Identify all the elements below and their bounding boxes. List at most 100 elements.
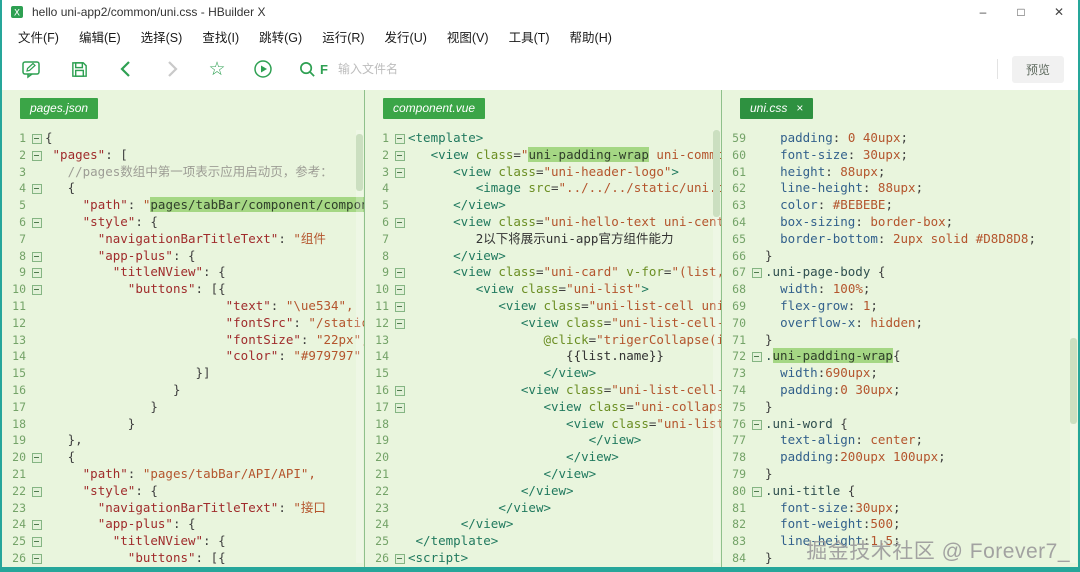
code-line[interactable]: 5 "path": "pages/tabBar/component/compon… [2, 197, 364, 214]
code-line[interactable]: 78 padding:200upx 100upx; [722, 449, 1078, 466]
fold-icon[interactable] [391, 130, 408, 147]
back-icon[interactable] [116, 58, 138, 80]
code-line[interactable]: 7 2以下将展示uni-app官方组件能力 [365, 231, 721, 248]
fold-icon[interactable] [391, 298, 408, 315]
code-line[interactable]: 73 width:690upx; [722, 365, 1078, 382]
code-line[interactable]: 8 </view> [365, 248, 721, 265]
code-line[interactable]: 9 <view class="uni-card" v-for="(list,in… [365, 264, 721, 281]
maximize-button[interactable]: □ [1002, 0, 1040, 24]
menu-item-工具[interactable]: 工具(T) [499, 25, 560, 48]
code-line[interactable]: 66} [722, 248, 1078, 265]
code-line[interactable]: 18 <view class="uni-list-cell" [365, 416, 721, 433]
fold-icon[interactable] [748, 416, 765, 433]
code-area[interactable]: 1<template>2 <view class="uni-padding-wr… [365, 126, 721, 567]
code-line[interactable]: 60 font-size: 30upx; [722, 147, 1078, 164]
code-line[interactable]: 23 </view> [365, 500, 721, 517]
menu-item-跳转[interactable]: 跳转(G) [249, 25, 312, 48]
preview-button[interactable]: 预览 [1012, 56, 1064, 83]
code-line[interactable]: 20 </view> [365, 449, 721, 466]
code-line[interactable]: 15 }] [2, 365, 364, 382]
menu-item-选择[interactable]: 选择(S) [131, 25, 193, 48]
tab-pages.json[interactable]: pages.json [20, 98, 98, 119]
save-icon[interactable] [68, 58, 90, 80]
code-line[interactable]: 77 text-align: center; [722, 432, 1078, 449]
code-line[interactable]: 26<script> [365, 550, 721, 567]
code-line[interactable]: 62 line-height: 88upx; [722, 180, 1078, 197]
fold-icon[interactable] [391, 382, 408, 399]
code-line[interactable]: 20 { [2, 449, 364, 466]
code-line[interactable]: 24 </view> [365, 516, 721, 533]
scrollbar[interactable] [713, 130, 720, 563]
code-line[interactable]: 63 color: #BEBEBE; [722, 197, 1078, 214]
search-input[interactable] [338, 62, 758, 76]
scrollbar[interactable] [356, 130, 363, 563]
fold-icon[interactable] [28, 248, 45, 265]
fold-icon[interactable] [28, 147, 45, 164]
code-line[interactable]: 14 "color": "#979797" [2, 348, 364, 365]
code-line[interactable]: 10 "buttons": [{ [2, 281, 364, 298]
fold-icon[interactable] [748, 348, 765, 365]
menu-item-视图[interactable]: 视图(V) [437, 25, 499, 48]
code-line[interactable]: 80.uni-title { [722, 483, 1078, 500]
code-line[interactable]: 11 <view class="uni-list-cell uni-collap… [365, 298, 721, 315]
code-line[interactable]: 16 } [2, 382, 364, 399]
menu-item-查找[interactable]: 查找(I) [192, 25, 249, 48]
code-line[interactable]: 1<template> [365, 130, 721, 147]
code-line[interactable]: 15 </view> [365, 365, 721, 382]
code-line[interactable]: 26 "buttons": [{ [2, 550, 364, 567]
code-line[interactable]: 14 {{list.name}} [365, 348, 721, 365]
code-line[interactable]: 2 "pages": [ [2, 147, 364, 164]
code-line[interactable]: 61 height: 88upx; [722, 164, 1078, 181]
menu-item-编辑[interactable]: 编辑(E) [69, 25, 131, 48]
code-line[interactable]: 19 </view> [365, 432, 721, 449]
minimize-button[interactable]: – [964, 0, 1002, 24]
forward-icon[interactable] [160, 58, 182, 80]
code-line[interactable]: 4 { [2, 180, 364, 197]
code-line[interactable]: 75} [722, 399, 1078, 416]
code-line[interactable]: 17 <view class="uni-collapse-content" [365, 399, 721, 416]
code-line[interactable]: 21 </view> [365, 466, 721, 483]
search-icon[interactable] [296, 58, 318, 80]
run-icon[interactable] [252, 58, 274, 80]
fold-icon[interactable] [28, 550, 45, 567]
fold-icon[interactable] [391, 281, 408, 298]
code-line[interactable]: 4 <image src="../../../static/uni.png"> [365, 180, 721, 197]
code-line[interactable]: 12 <view class="uni-list-cell-navigate" [365, 315, 721, 332]
scrollbar[interactable] [1070, 130, 1077, 563]
fold-icon[interactable] [28, 130, 45, 147]
code-line[interactable]: 12 "fontSrc": "/static/uni.ttf", [2, 315, 364, 332]
code-line[interactable]: 10 <view class="uni-list"> [365, 281, 721, 298]
code-line[interactable]: 23 "navigationBarTitleText": "接口 [2, 500, 364, 517]
code-line[interactable]: 17 } [2, 399, 364, 416]
code-line[interactable]: 18 } [2, 416, 364, 433]
code-line[interactable]: 25 "titleNView": { [2, 533, 364, 550]
fold-icon[interactable] [28, 516, 45, 533]
code-line[interactable]: 74 padding:0 30upx; [722, 382, 1078, 399]
code-line[interactable]: 22 </view> [365, 483, 721, 500]
fold-icon[interactable] [28, 214, 45, 231]
code-area[interactable]: 1{2 "pages": [3 //pages数组中第一项表示应用启动页，参考：… [2, 126, 364, 567]
tab-close-icon[interactable]: × [796, 102, 803, 114]
fold-icon[interactable] [391, 550, 408, 567]
fold-icon[interactable] [391, 147, 408, 164]
fold-icon[interactable] [28, 533, 45, 550]
fold-icon[interactable] [748, 483, 765, 500]
code-line[interactable]: 8 "app-plus": { [2, 248, 364, 265]
code-line[interactable]: 13 "fontSize": "22px", [2, 332, 364, 349]
menu-item-发行[interactable]: 发行(U) [375, 25, 437, 48]
code-line[interactable]: 71} [722, 332, 1078, 349]
code-line[interactable]: 25 </template> [365, 533, 721, 550]
code-line[interactable]: 64 box-sizing: border-box; [722, 214, 1078, 231]
code-line[interactable]: 7 "navigationBarTitleText": "组件 [2, 231, 364, 248]
code-line[interactable]: 72.uni-padding-wrap{ [722, 348, 1078, 365]
code-area[interactable]: 59 padding: 0 40upx;60 font-size: 30upx;… [722, 126, 1078, 567]
code-line[interactable]: 3 //pages数组中第一项表示应用启动页，参考： [2, 164, 364, 181]
code-line[interactable]: 59 padding: 0 40upx; [722, 130, 1078, 147]
star-icon[interactable]: ☆ [206, 58, 228, 80]
code-line[interactable]: 16 <view class="uni-list-cell-connect"> [365, 382, 721, 399]
code-line[interactable]: 65 border-bottom: 2upx solid #D8D8D8; [722, 231, 1078, 248]
code-line[interactable]: 5 </view> [365, 197, 721, 214]
code-line[interactable]: 24 "app-plus": { [2, 516, 364, 533]
code-line[interactable]: 68 width: 100%; [722, 281, 1078, 298]
feedback-icon[interactable] [20, 58, 42, 80]
